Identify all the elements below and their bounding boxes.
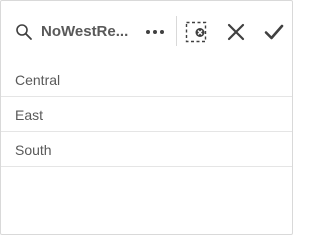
list-item-label: Central bbox=[15, 72, 61, 88]
toolbar-divider bbox=[176, 16, 177, 46]
list-item-label: East bbox=[15, 107, 44, 123]
field-title: NoWestRe... bbox=[41, 23, 129, 40]
list-item-south[interactable]: South bbox=[1, 132, 292, 167]
clear-selections-icon[interactable] bbox=[184, 20, 208, 44]
list-item-label: South bbox=[15, 142, 52, 158]
list-item-central[interactable]: Central bbox=[1, 62, 292, 97]
more-icon[interactable] bbox=[143, 21, 167, 43]
listbox-values: Central East South bbox=[1, 62, 292, 167]
checkmark-icon[interactable] bbox=[262, 20, 286, 44]
close-icon[interactable] bbox=[224, 20, 248, 44]
search-icon[interactable] bbox=[15, 23, 33, 41]
list-item-east[interactable]: East bbox=[1, 97, 292, 132]
selection-listbox-panel: NoWestRe... Central East South bbox=[0, 0, 293, 235]
listbox-toolbar: NoWestRe... bbox=[1, 1, 292, 61]
